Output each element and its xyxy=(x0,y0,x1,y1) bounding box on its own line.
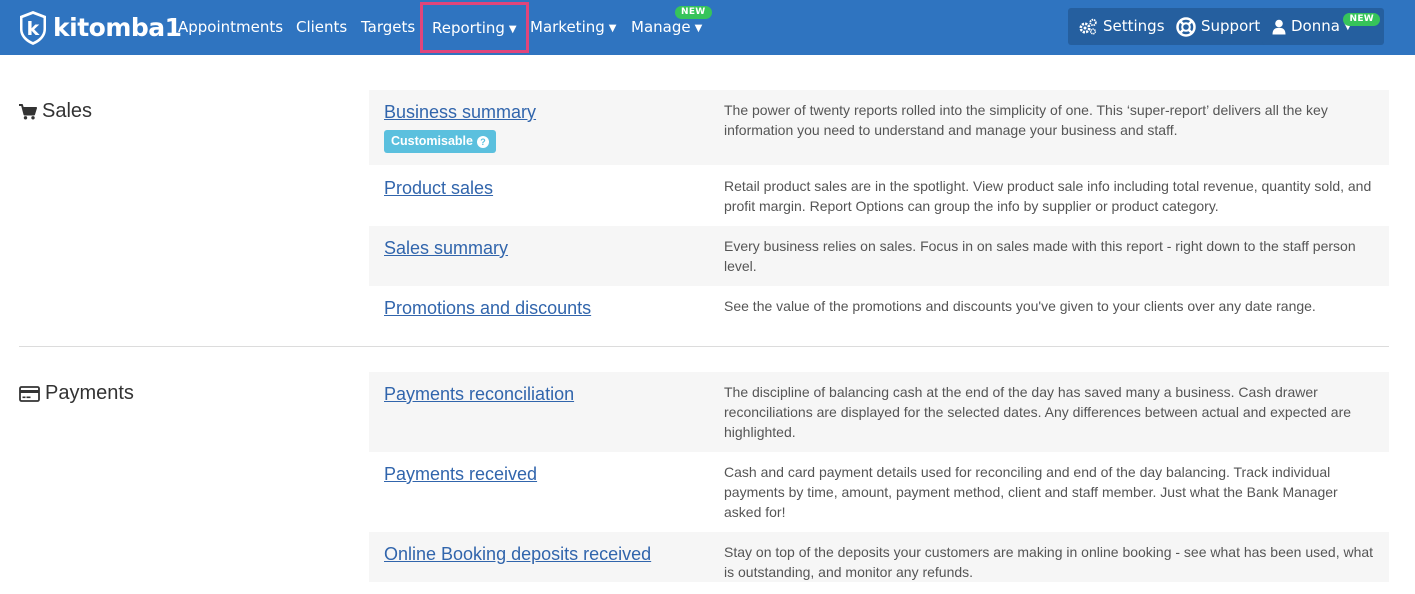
svg-text:k: k xyxy=(27,18,40,40)
cart-icon xyxy=(19,103,37,119)
report-row: Payments received Cash and card payment … xyxy=(369,452,1389,532)
cogs-icon xyxy=(1079,18,1097,35)
report-link-payments-reconciliation[interactable]: Payments reconciliation xyxy=(384,384,574,405)
brand-name: kitomba1 xyxy=(53,13,182,42)
section-heading-payments: Payments xyxy=(19,382,134,405)
user-icon xyxy=(1272,19,1286,34)
report-description: Every business relies on sales. Focus in… xyxy=(724,238,1356,274)
report-row: Online Booking deposits received Stay on… xyxy=(369,532,1389,582)
nav-marketing[interactable]: Marketing ▼ xyxy=(530,0,616,55)
report-row: Promotions and discounts See the value o… xyxy=(369,286,1389,336)
report-link-promotions-and-discounts[interactable]: Promotions and discounts xyxy=(384,298,591,319)
report-description: Stay on top of the deposits your custome… xyxy=(724,544,1374,580)
caret-down-icon: ▼ xyxy=(508,24,517,35)
nav-appointments[interactable]: Appointments xyxy=(178,0,283,55)
nav-reporting[interactable]: Reporting ▼ xyxy=(420,2,529,53)
kitomba-shield-icon: k xyxy=(20,11,46,45)
report-description: See the value of the promotions and disc… xyxy=(724,298,1316,314)
kitomba-logo[interactable]: k kitomba1 xyxy=(18,10,182,46)
user-menu-button[interactable]: Donna ▼ NEW xyxy=(1262,8,1384,45)
caret-down-icon: ▼ xyxy=(608,23,617,34)
report-row: Sales summary Every business relies on s… xyxy=(369,226,1389,286)
caret-down-icon: ▼ xyxy=(694,23,703,34)
report-row: Payments reconciliation The discipline o… xyxy=(369,372,1389,452)
nav-targets[interactable]: Targets xyxy=(361,0,415,55)
report-row: Business summary Customisable? The power… xyxy=(369,90,1389,165)
report-link-payments-received[interactable]: Payments received xyxy=(384,464,537,485)
report-link-online-booking-deposits-received[interactable]: Online Booking deposits received xyxy=(384,544,651,565)
report-link-product-sales[interactable]: Product sales xyxy=(384,178,493,199)
section-heading-sales: Sales xyxy=(19,100,92,123)
credit-card-icon xyxy=(19,385,40,402)
report-row: Product sales Retail product sales are i… xyxy=(369,166,1389,226)
new-badge: NEW xyxy=(1343,13,1380,26)
report-description: The power of twenty reports rolled into … xyxy=(724,102,1328,138)
lifebuoy-icon xyxy=(1176,16,1196,37)
report-description: Cash and card payment details used for r… xyxy=(724,464,1338,520)
report-description: Retail product sales are in the spotligh… xyxy=(724,178,1372,214)
report-link-business-summary[interactable]: Business summary xyxy=(384,102,536,123)
report-link-sales-summary[interactable]: Sales summary xyxy=(384,238,508,259)
settings-button[interactable]: Settings xyxy=(1068,8,1175,45)
section-divider xyxy=(19,346,1389,347)
nav-clients[interactable]: Clients xyxy=(296,0,347,55)
support-button[interactable]: Support xyxy=(1166,8,1271,45)
top-navbar: k kitomba1 Appointments Clients Targets … xyxy=(0,0,1415,55)
customisable-badge[interactable]: Customisable? xyxy=(384,130,496,153)
nav-manage[interactable]: Manage ▼ NEW xyxy=(631,0,712,55)
new-badge: NEW xyxy=(675,6,712,19)
question-circle-icon: ? xyxy=(476,135,489,148)
report-description: The discipline of balancing cash at the … xyxy=(724,384,1352,440)
